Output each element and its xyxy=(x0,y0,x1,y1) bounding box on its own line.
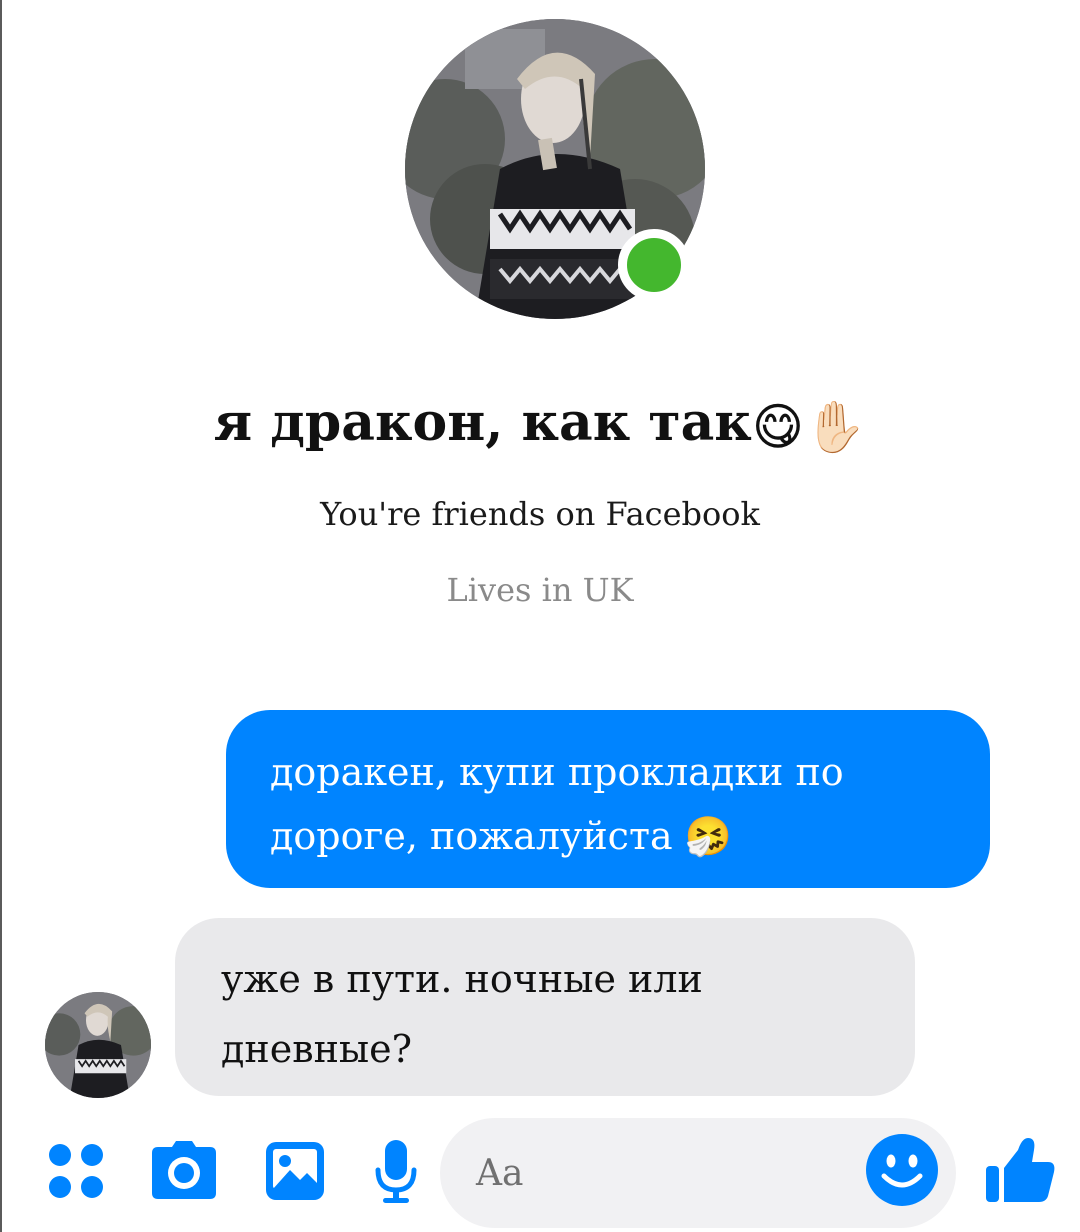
incoming-message-bubble[interactable]: уже в пути. ночные или дневные? xyxy=(175,918,915,1096)
message-text: уже в пути. ночные или дневные? xyxy=(221,957,703,1071)
friends-status-text: You're friends on Facebook xyxy=(320,495,760,533)
profile-name-emojis: 😋✋🏻 xyxy=(751,398,867,456)
emoji-icon[interactable] xyxy=(864,1132,940,1208)
apps-icon[interactable] xyxy=(48,1143,104,1199)
online-status-dot xyxy=(618,229,690,301)
gallery-icon[interactable] xyxy=(264,1140,326,1202)
location-text: Lives in UK xyxy=(446,571,634,609)
profile-name: я дракон, как так😋✋🏻 xyxy=(0,388,1080,462)
sneezing-face-emoji: 🤧 xyxy=(684,814,733,858)
profile-avatar[interactable] xyxy=(405,19,705,319)
microphone-icon[interactable] xyxy=(375,1140,417,1204)
camera-icon[interactable] xyxy=(150,1141,218,1201)
window-edge xyxy=(0,0,2,1232)
thumbs-up-icon[interactable] xyxy=(984,1134,1056,1206)
profile-name-text: я дракон, как так xyxy=(213,392,752,453)
message-text: доракен, купи прокладки по дороге, пожал… xyxy=(270,750,844,858)
message-input-placeholder: Aa xyxy=(476,1152,524,1194)
outgoing-message-bubble[interactable]: доракен, купи прокладки по дороге, пожал… xyxy=(226,710,990,888)
sender-avatar[interactable] xyxy=(45,992,151,1098)
